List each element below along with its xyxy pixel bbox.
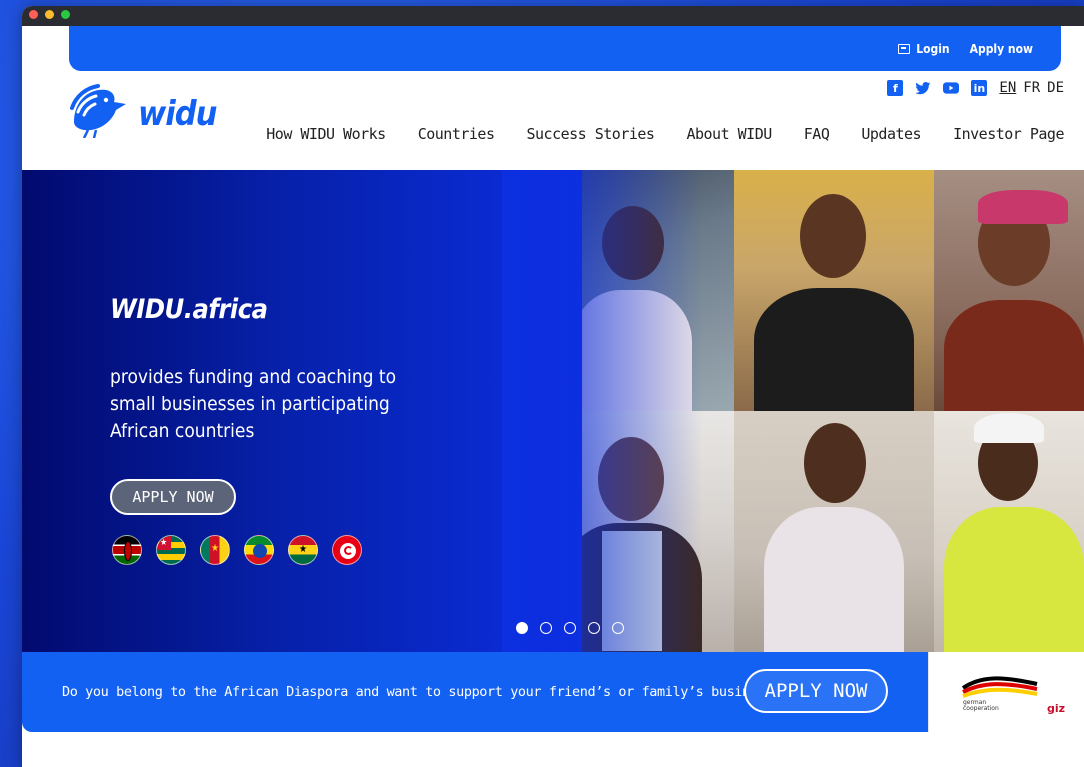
close-window-button[interactable] xyxy=(29,10,38,19)
ghana-flag[interactable]: ★ xyxy=(288,535,318,565)
entrepreneur-photo-2 xyxy=(734,170,934,411)
kenya-flag[interactable] xyxy=(112,535,142,565)
site-logo[interactable]: widu xyxy=(68,82,217,138)
twitter-icon[interactable] xyxy=(915,80,931,96)
maximize-window-button[interactable] xyxy=(61,10,70,19)
hero-description: provides funding and coaching to small b… xyxy=(110,366,397,442)
diaspora-text: Do you belong to the African Diaspora an… xyxy=(62,684,781,700)
logo-text: widu xyxy=(138,94,217,134)
language-switcher: EN FR DE xyxy=(999,80,1064,96)
nav-investor-page[interactable]: Investor Page xyxy=(953,125,1064,143)
nav-countries[interactable]: Countries xyxy=(418,125,495,143)
german-cooperation-text: german cooperation xyxy=(963,699,999,712)
login-icon xyxy=(898,43,911,54)
carousel-dot-4[interactable] xyxy=(588,622,600,634)
social-and-language-bar: f in EN FR DE xyxy=(887,80,1064,96)
carousel-dot-1[interactable] xyxy=(516,622,528,634)
hero-apply-now-button[interactable]: APPLY NOW xyxy=(110,479,236,515)
diaspora-banner: Do you belong to the African Diaspora an… xyxy=(22,652,928,732)
giz-logo[interactable]: giz xyxy=(1047,702,1065,715)
login-link[interactable]: Login xyxy=(898,41,950,56)
diaspora-apply-now-button[interactable]: APPLY NOW xyxy=(744,669,888,713)
cameroon-flag[interactable]: ★ xyxy=(200,535,230,565)
nav-updates[interactable]: Updates xyxy=(861,125,921,143)
entrepreneur-photo-5 xyxy=(734,411,934,652)
carousel-indicators xyxy=(516,622,624,634)
browser-window: Login Apply now widu f in EN FR DE How W… xyxy=(22,6,1084,767)
carousel-dot-5[interactable] xyxy=(612,622,624,634)
widu-bird-icon xyxy=(70,84,126,138)
nav-faq[interactable]: FAQ xyxy=(804,125,830,143)
minimize-window-button[interactable] xyxy=(45,10,54,19)
lang-en[interactable]: EN xyxy=(999,80,1016,96)
nav-how-widu-works[interactable]: How WIDU Works xyxy=(266,125,386,143)
carousel-dot-2[interactable] xyxy=(540,622,552,634)
german-cooperation-logo[interactable] xyxy=(961,674,1041,700)
nav-about-widu[interactable]: About WIDU xyxy=(686,125,772,143)
top-utility-bar: Login Apply now xyxy=(69,26,1061,71)
entrepreneur-photo-3 xyxy=(934,170,1084,411)
facebook-icon[interactable]: f xyxy=(887,80,904,96)
nav-success-stories[interactable]: Success Stories xyxy=(527,125,655,143)
tunisia-flag[interactable] xyxy=(332,535,362,565)
lang-de[interactable]: DE xyxy=(1047,80,1064,96)
togo-flag[interactable]: ★ xyxy=(156,535,186,565)
hero-title: WIDU.africa xyxy=(110,294,268,325)
hero-photo-fade xyxy=(502,170,702,652)
apply-now-link[interactable]: Apply now xyxy=(970,42,1033,56)
window-titlebar xyxy=(22,6,1084,26)
apply-now-label: Apply now xyxy=(969,41,1033,56)
main-nav: How WIDU Works Countries Success Stories… xyxy=(266,125,1064,143)
linkedin-icon[interactable]: in xyxy=(971,80,988,96)
login-label: Login xyxy=(916,41,950,56)
lang-fr[interactable]: FR xyxy=(1023,80,1040,96)
entrepreneur-photo-6 xyxy=(934,411,1084,652)
ethiopia-flag[interactable] xyxy=(244,535,274,565)
partner-logos: german cooperation giz xyxy=(928,652,1084,732)
country-flags: ★ ★ ★ xyxy=(112,535,362,565)
hero-banner: WIDU.africa provides funding and coachin… xyxy=(22,170,1084,652)
youtube-icon[interactable] xyxy=(943,80,960,96)
carousel-dot-3[interactable] xyxy=(564,622,576,634)
